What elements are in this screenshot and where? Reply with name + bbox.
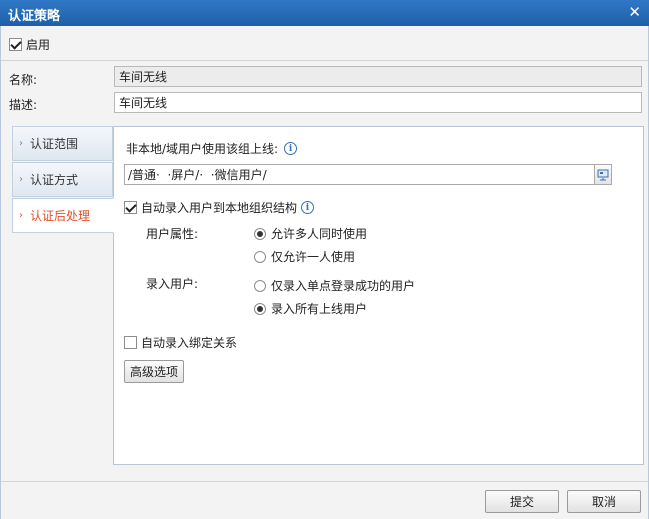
- auto-bind-checkbox[interactable]: [124, 336, 137, 349]
- auto-record-row[interactable]: 自动录入用户到本地组织结构 i: [124, 199, 315, 216]
- user-attr-option-multi[interactable]: 允许多人同时使用: [254, 225, 367, 242]
- name-label: 名称:: [9, 73, 38, 87]
- tab-auth-method[interactable]: › 认证方式: [12, 162, 113, 197]
- radio-single-user[interactable]: [254, 250, 266, 263]
- user-attr-option-single[interactable]: 仅允许一人使用: [254, 248, 355, 265]
- record-user-option-all[interactable]: 录入所有上线用户: [254, 300, 367, 317]
- description-label: 描述:: [9, 98, 38, 112]
- info-icon[interactable]: i: [301, 201, 315, 214]
- enable-checkbox-row[interactable]: 启用: [9, 36, 50, 53]
- auto-bind-row[interactable]: 自动录入绑定关系: [124, 334, 237, 351]
- option-label: 仅录入单点登录成功的用户: [271, 279, 416, 293]
- record-user-label: 录入用户:: [146, 277, 199, 291]
- online-group-label: 非本地/域用户使用该组上线:: [126, 142, 279, 156]
- tab-label: 认证范围: [30, 137, 79, 151]
- radio-multi-user[interactable]: [254, 227, 266, 240]
- radio-all-users[interactable]: [254, 302, 266, 315]
- chevron-right-icon: ›: [19, 210, 23, 221]
- auto-record-label: 自动录入用户到本地组织结构: [141, 201, 298, 215]
- option-label: 录入所有上线用户: [271, 302, 368, 316]
- user-attr-label: 用户属性:: [146, 227, 199, 241]
- description-field[interactable]: [114, 92, 642, 113]
- online-group-label-row: 非本地/域用户使用该组上线: i: [126, 140, 298, 157]
- option-label: 允许多人同时使用: [271, 227, 368, 241]
- auto-bind-label: 自动录入绑定关系: [141, 336, 238, 350]
- enable-checkbox[interactable]: [9, 38, 22, 51]
- advanced-options-button[interactable]: 高级选项: [124, 360, 185, 383]
- tab-label: 认证方式: [30, 173, 79, 187]
- tab-auth-scope[interactable]: › 认证范围: [12, 126, 113, 161]
- tab-post-auth[interactable]: › 认证后处理: [12, 198, 114, 233]
- enable-label: 启用: [26, 38, 51, 52]
- dialog-title: 认证策略: [8, 9, 61, 24]
- radio-sso-only[interactable]: [254, 279, 266, 292]
- close-icon[interactable]: ✕: [628, 3, 641, 21]
- left-tab-list: › 认证范围 › 认证方式 › 认证后处理: [12, 126, 114, 234]
- submit-button[interactable]: 提交: [485, 490, 559, 513]
- chevron-right-icon: ›: [19, 174, 23, 185]
- post-auth-panel: 非本地/域用户使用该组上线: i 自动录入用户到本地组织结构 i 用户属性: 允…: [113, 126, 644, 465]
- record-user-option-sso[interactable]: 仅录入单点登录成功的用户: [254, 277, 415, 294]
- directory-browse-icon[interactable]: [594, 164, 612, 185]
- option-label: 仅允许一人使用: [271, 250, 356, 264]
- dialog-body: 启用 名称: 描述: › 认证范围 › 认证方式 › 认证后处理 非本地/域用户…: [0, 26, 649, 519]
- name-field[interactable]: [114, 66, 642, 87]
- info-icon[interactable]: i: [284, 142, 298, 155]
- group-path-input[interactable]: [124, 164, 595, 185]
- dialog-footer: 提交 取消: [1, 481, 648, 519]
- separator: [1, 60, 648, 61]
- cancel-button[interactable]: 取消: [567, 490, 641, 513]
- dialog-titlebar: 认证策略 ✕: [0, 0, 649, 26]
- tab-label: 认证后处理: [30, 209, 91, 223]
- auto-record-checkbox[interactable]: [124, 201, 137, 214]
- chevron-right-icon: ›: [19, 138, 23, 149]
